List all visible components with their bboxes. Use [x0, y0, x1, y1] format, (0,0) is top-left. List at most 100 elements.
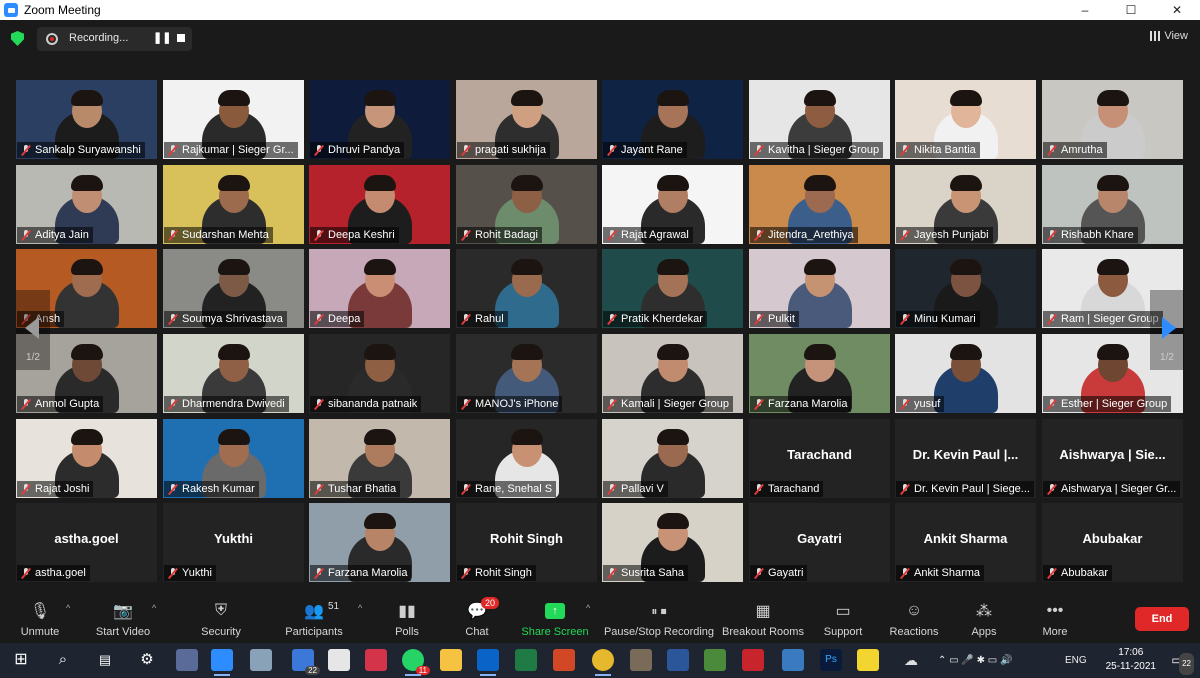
participant-tile[interactable]: Amrutha	[1042, 80, 1183, 159]
start-video-button[interactable]: 📷 ^ Start Video	[92, 595, 156, 643]
participant-tile[interactable]: Yukthi Yukthi	[163, 503, 304, 582]
settings-gear-icon[interactable]: ⚙	[136, 649, 158, 671]
task-view-icon[interactable]: ▤	[94, 649, 116, 671]
more-button[interactable]: ••• More	[1038, 595, 1072, 643]
participant-tile[interactable]: Soumya Shrivastava	[163, 249, 304, 328]
participant-tile[interactable]: Sudarshan Mehta	[163, 165, 304, 244]
security-shield-icon[interactable]	[11, 31, 24, 46]
participant-tile[interactable]: Abubakar Abubakar	[1042, 503, 1183, 582]
end-meeting-button[interactable]: End	[1135, 607, 1189, 631]
participant-tile[interactable]: Rane, Snehal S	[456, 419, 597, 498]
whatsapp-icon[interactable]: 11	[402, 649, 430, 676]
participant-tile[interactable]: Dhruvi Pandya	[309, 80, 450, 159]
view-button[interactable]: View	[1150, 30, 1188, 42]
previous-page-button[interactable]: 1/2	[16, 290, 50, 370]
participant-tile[interactable]: Minu Kumari	[895, 249, 1036, 328]
windows-start-icon[interactable]: ⊞	[10, 649, 32, 671]
close-button[interactable]: ✕	[1154, 0, 1200, 20]
security-button[interactable]: ⛨ Security	[196, 595, 246, 643]
participant-tile[interactable]: Deepa	[309, 249, 450, 328]
participant-tile[interactable]: Jayesh Punjabi	[895, 165, 1036, 244]
weather-icon[interactable]: ☁	[900, 649, 922, 671]
participant-tile[interactable]: Sankalp Suryawanshi	[16, 80, 157, 159]
app-icon-4[interactable]	[365, 649, 387, 671]
participant-tile[interactable]: Pulkit	[749, 249, 890, 328]
word-icon[interactable]	[667, 649, 689, 671]
chat-button[interactable]: 💬 20 Chat	[457, 595, 500, 643]
outlook-icon[interactable]	[477, 649, 499, 676]
participant-tile[interactable]: Aditya Jain	[16, 165, 157, 244]
participant-tile[interactable]: Tushar Bhatia	[309, 419, 450, 498]
support-button[interactable]: ▭ Support	[820, 595, 866, 643]
participants-button[interactable]: 👥 51 ^ Participants	[284, 595, 362, 643]
audio-options-caret-icon[interactable]: ^	[66, 603, 70, 613]
participant-tile[interactable]: Farzana Marolia	[749, 334, 890, 413]
notifications-icon[interactable]: ▭ 22	[1166, 649, 1194, 675]
pause-stop-recording-button[interactable]: ⏸ ⏹ Pause/Stop Recording	[604, 595, 714, 643]
share-options-caret-icon[interactable]: ^	[586, 603, 590, 613]
participant-tile[interactable]: Ankit Sharma Ankit Sharma	[895, 503, 1036, 582]
sticky-notes-icon[interactable]	[857, 649, 879, 671]
participant-tile[interactable]: Rishabh Khare	[1042, 165, 1183, 244]
participant-tile[interactable]: Kavitha | Sieger Group	[749, 80, 890, 159]
participant-tile[interactable]: Rajat Agrawal	[602, 165, 743, 244]
next-page-button[interactable]: 1/2	[1150, 290, 1184, 370]
acrobat-icon[interactable]	[742, 649, 764, 671]
microphone-muted-icon	[21, 230, 31, 240]
polls-button[interactable]: ▮▮ Polls	[387, 595, 427, 643]
participant-tile[interactable]: Rahul	[456, 249, 597, 328]
chrome-icon[interactable]	[592, 649, 614, 676]
participant-tile[interactable]: yusuf	[895, 334, 1036, 413]
excel-icon[interactable]	[515, 649, 537, 671]
photoshop-icon[interactable]: Ps	[820, 649, 842, 671]
participant-tile[interactable]: Susrita Saha	[602, 503, 743, 582]
system-clock[interactable]: 17:06 25-11-2021	[1106, 646, 1156, 674]
app-icon-2[interactable]	[250, 649, 272, 671]
participant-tile[interactable]: Tarachand Tarachand	[749, 419, 890, 498]
maximize-button[interactable]: ☐	[1108, 0, 1154, 20]
reactions-button[interactable]: ☺ Reactions	[888, 595, 940, 643]
participant-tile[interactable]: Rohit Badagi	[456, 165, 597, 244]
participant-tile[interactable]: Pallavi V	[602, 419, 743, 498]
breakout-rooms-button[interactable]: ▦ Breakout Rooms	[722, 595, 804, 643]
app-icon-5[interactable]	[630, 649, 652, 671]
participant-tile[interactable]: Rajat Joshi	[16, 419, 157, 498]
unmute-button[interactable]: 🎙 ^ Unmute	[10, 595, 71, 643]
mail-icon[interactable]	[782, 649, 804, 671]
participant-tile[interactable]: Rohit Singh Rohit Singh	[456, 503, 597, 582]
video-options-caret-icon[interactable]: ^	[152, 603, 156, 613]
participant-tile[interactable]: Farzana Marolia	[309, 503, 450, 582]
powerpoint-icon[interactable]	[553, 649, 575, 671]
participant-tile[interactable]: Nikita Bantia	[895, 80, 1036, 159]
apps-button[interactable]: ⁂ Apps	[968, 595, 1000, 643]
zoom-taskbar-icon[interactable]	[211, 649, 233, 676]
participant-tile[interactable]: Pratik Kherdekar	[602, 249, 743, 328]
tray-icons[interactable]: ⌃ ▭ 🎤 ✱ ▭ 🔊	[938, 643, 1012, 678]
minimize-button[interactable]: –	[1062, 0, 1108, 20]
file-explorer-icon[interactable]	[440, 649, 462, 671]
participant-tile[interactable]: Rajkumar | Sieger Gr...	[163, 80, 304, 159]
participant-tile[interactable]: Dharmendra Dwivedi	[163, 334, 304, 413]
pause-recording-icon[interactable]: ❚❚	[153, 31, 171, 44]
app-icon-3[interactable]	[328, 649, 350, 671]
participant-tile[interactable]: Rakesh Kumar	[163, 419, 304, 498]
participant-tile[interactable]: Dr. Kevin Paul |... Dr. Kevin Paul | Sieg…	[895, 419, 1036, 498]
participant-tile[interactable]: pragati sukhija	[456, 80, 597, 159]
participant-tile[interactable]: Jitendra_Arethiya	[749, 165, 890, 244]
participant-tile[interactable]: MANOJ's iPhone	[456, 334, 597, 413]
participant-tile[interactable]: Jayant Rane	[602, 80, 743, 159]
app-icon-1[interactable]	[176, 649, 198, 671]
participant-tile[interactable]: Kamali | Sieger Group	[602, 334, 743, 413]
search-icon[interactable]: ⌕	[52, 649, 74, 671]
files-taskbar-icon[interactable]: 22	[292, 649, 320, 675]
participant-tile[interactable]: Aishwarya | Sie... Aishwarya | Sieger Gr.…	[1042, 419, 1183, 498]
app-icon-6[interactable]	[704, 649, 726, 671]
participant-tile[interactable]: Deepa Keshri	[309, 165, 450, 244]
share-screen-button[interactable]: ↑ ^ Share Screen	[520, 595, 590, 643]
participant-tile[interactable]: Gayatri Gayatri	[749, 503, 890, 582]
participant-tile[interactable]: astha.goel astha.goel	[16, 503, 157, 582]
participant-tile[interactable]: sibananda patnaik	[309, 334, 450, 413]
stop-recording-icon[interactable]	[177, 34, 185, 42]
language-indicator[interactable]: ENG	[1065, 643, 1087, 678]
participants-options-caret-icon[interactable]: ^	[358, 603, 362, 613]
